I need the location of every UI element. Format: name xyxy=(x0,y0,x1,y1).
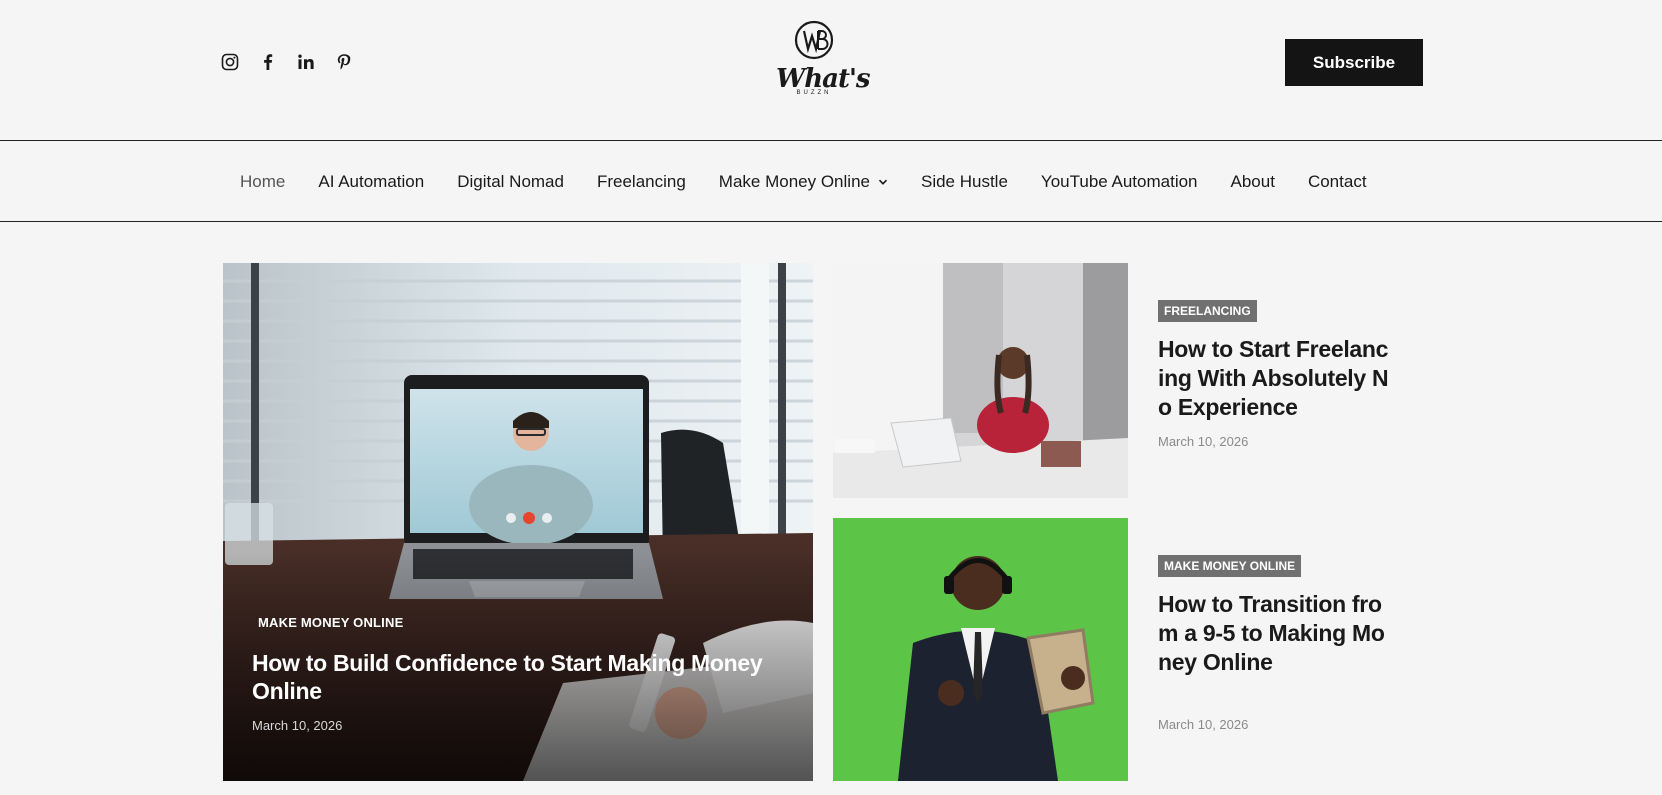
pinterest-icon[interactable] xyxy=(334,52,354,72)
post-image xyxy=(833,518,1128,781)
nav-item-about[interactable]: About xyxy=(1231,172,1275,192)
category-badge[interactable]: MAKE MONEY ONLINE xyxy=(1158,555,1302,577)
site-logo[interactable]: What's BUZZN xyxy=(776,20,871,106)
instagram-icon[interactable] xyxy=(220,52,240,72)
nav-item-freelancing[interactable]: Freelancing xyxy=(597,172,686,192)
nav-item-youtube-automation[interactable]: YouTube Automation xyxy=(1041,172,1198,192)
nav-item-ai-automation[interactable]: AI Automation xyxy=(318,172,424,192)
main-navigation: Home AI Automation Digital Nomad Freelan… xyxy=(0,141,1662,222)
post-thumbnail[interactable] xyxy=(833,263,1128,498)
post-thumbnail[interactable] xyxy=(833,518,1128,781)
post-title[interactable]: How to Start Freelancing With Absolutely… xyxy=(1158,335,1393,422)
linkedin-icon[interactable] xyxy=(296,52,316,72)
featured-category-link[interactable]: MAKE MONEY ONLINE xyxy=(258,615,403,630)
nav-item-home[interactable]: Home xyxy=(240,172,285,192)
nav-item-side-hustle[interactable]: Side Hustle xyxy=(921,172,1008,192)
post-image xyxy=(833,263,1128,498)
nav-item-make-money-online[interactable]: Make Money Online xyxy=(719,172,888,192)
post-date: March 10, 2026 xyxy=(1158,717,1249,732)
featured-post-title[interactable]: How to Build Confidence to Start Making … xyxy=(252,649,792,705)
nav-item-contact[interactable]: Contact xyxy=(1308,172,1367,192)
post-title[interactable]: How to Transition from a 9-5 to Making M… xyxy=(1158,590,1393,677)
nav-item-label: Contact xyxy=(1307,171,1367,191)
nav-item-label: YouTube Automation xyxy=(1040,171,1198,191)
chevron-down-icon xyxy=(878,179,888,185)
nav-item-label: Freelancing xyxy=(596,171,686,191)
nav-item-label: About xyxy=(1230,171,1275,191)
subscribe-button[interactable]: Subscribe xyxy=(1285,39,1423,86)
nav-item-label: AI Automation xyxy=(318,171,425,191)
nav-item-label: Digital Nomad xyxy=(457,171,564,191)
nav-item-label: Home xyxy=(240,171,286,191)
site-header: What's BUZZN Subscribe xyxy=(0,0,1662,141)
logo-wordmark: What's xyxy=(776,64,871,94)
category-badge[interactable]: FREELANCING xyxy=(1158,300,1257,322)
featured-post-date: March 10, 2026 xyxy=(252,718,343,733)
nav-item-label: Side Hustle xyxy=(920,171,1008,191)
social-links xyxy=(220,52,354,72)
logo-monogram-icon xyxy=(794,20,834,60)
facebook-icon[interactable] xyxy=(258,52,278,72)
featured-post-card[interactable]: MAKE MONEY ONLINE How to Build Confidenc… xyxy=(223,263,813,781)
post-date: March 10, 2026 xyxy=(1158,434,1249,449)
nav-item-digital-nomad[interactable]: Digital Nomad xyxy=(457,172,564,192)
nav-item-label: Make Money Online xyxy=(718,171,870,191)
